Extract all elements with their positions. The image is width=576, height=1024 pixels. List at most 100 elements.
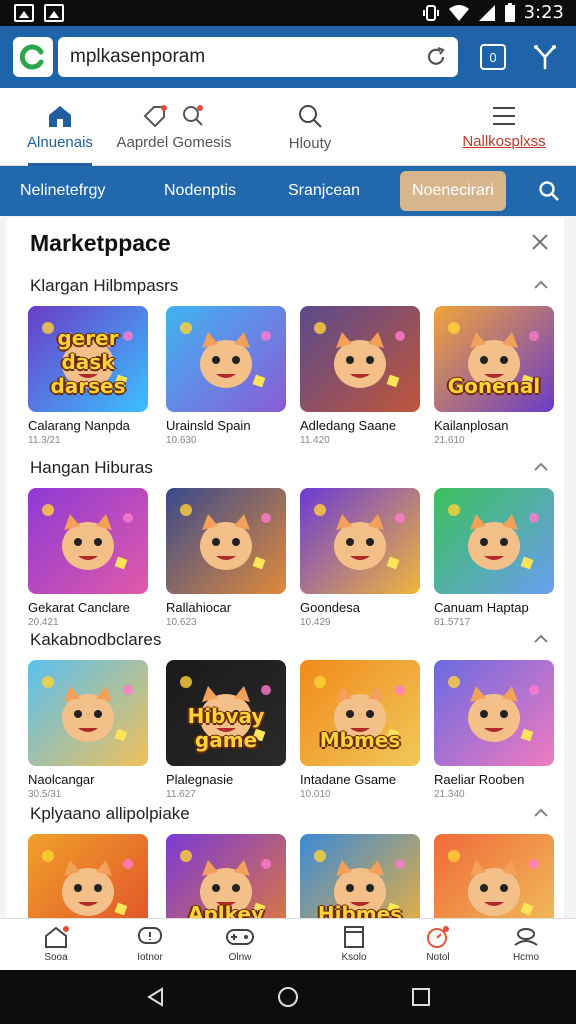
bottom-nav-games[interactable]: Olnw [210,925,270,963]
game-title: Urainsld Spain [166,418,251,433]
game-tile[interactable] [434,834,554,918]
tag-icon [143,104,167,127]
back-icon[interactable] [144,986,166,1008]
home-icon [49,105,71,127]
game-thumbnail [166,306,286,412]
bottom-nav-label: Hcmo [512,952,540,963]
game-tile[interactable]: gerer dask darses Calarang Nanpda 11.3/21 [28,306,148,446]
game-stats: 21.610 [434,435,465,446]
game-tile[interactable]: Urainsld Spain 10.630 [166,306,286,446]
game-tile[interactable]: Raeliar Rooben 21.340 [434,660,554,800]
game-thumbnail [434,834,554,918]
home-button-icon[interactable] [277,986,299,1008]
search-icon [299,104,322,128]
game-logo-text: Aplkey [187,902,264,918]
search-icon [183,104,203,126]
game-thumbnail [166,488,286,594]
reload-icon[interactable] [424,45,448,69]
nav-item-label: Nallkosplxss [462,132,546,150]
game-stats: 11.627 [166,789,196,800]
url-input[interactable]: mplkasenporam [58,37,458,77]
marketplace-section: Klargan Hilbmpasrs gerer dask darses Calar… [6,276,564,456]
game-stats: 10.010 [300,789,331,800]
section-title: Kplyaano allipolpiake [30,804,190,823]
bottom-nav-label: Sooa [44,952,68,963]
game-character-art [448,504,539,570]
game-stats: 81.5717 [434,617,471,628]
section-title: Hangan Hiburas [30,458,153,477]
game-tile[interactable]: Hibmes [300,834,420,918]
game-stats: 11.3/21 [28,435,61,446]
game-tile[interactable]: Gonenal Kailanplosan 21.610 [434,306,554,446]
bottom-nav-home[interactable]: Sooa [26,925,86,963]
nav-item-home[interactable]: Alnuenais [18,88,102,166]
game-tile[interactable]: Rallahiocar 10.623 [166,488,286,628]
app-root: 3:23 mplkasenporam 0 Alnuenais Aaprdel G… [0,0,576,1024]
nav-item-history[interactable]: Hlouty [270,88,350,166]
nav-item-games[interactable]: Aaprdel Gomesis [112,88,236,166]
game-character-art [180,322,271,388]
game-stats: 21.340 [434,789,465,800]
game-title: Adledang Saane [300,418,397,433]
close-icon[interactable] [530,232,550,252]
chevron-up-icon[interactable] [534,280,548,290]
game-tile[interactable]: Gekarat Canclare 20.421 [28,488,148,628]
recents-icon[interactable] [410,986,432,1008]
category-search-icon[interactable] [538,180,560,202]
tile-row: Aplkey Hibmes [28,834,558,918]
game-thumbnail: Gonenal [434,306,554,412]
top-nav: Alnuenais Aaprdel Gomesis Hlouty Nallkos… [0,88,576,166]
app-logo[interactable] [13,37,53,77]
section-title: Kakabnodbclares [30,630,162,649]
bottom-nav-notifications[interactable]: Notol [408,925,468,963]
status-left [14,4,64,22]
notification-icon [427,926,449,948]
nav-item-label: Hlouty [288,134,332,152]
category-tab[interactable]: Nodenptis [164,166,236,216]
game-thumbnail [434,660,554,766]
chevron-up-icon[interactable] [534,634,548,644]
game-stats: 10.630 [166,435,197,446]
bottom-nav-label: Iotnor [137,952,163,963]
game-tile[interactable]: Goondesa 10.429 [300,488,420,628]
game-tile[interactable]: Adledang Saane 11.420 [300,306,420,446]
chat-icon [138,927,162,944]
game-character-art [42,850,133,916]
game-tile[interactable]: Naolcangar 30.5/31 [28,660,148,800]
bottom-nav: Sooa Iotnor Olnw Ksolo Notol Hcmo [0,918,576,970]
game-tile[interactable] [28,834,148,918]
bottom-nav-library[interactable]: Ksolo [324,925,384,963]
tile-row: Gekarat Canclare 20.421 Rallahiocar 10.623 G… [28,488,558,638]
game-tile[interactable]: Hibvay game Plalegnasie 11.627 [166,660,286,800]
section-title: Klargan Hilbmpasrs [30,276,179,295]
game-stats: 20.421 [28,617,59,628]
system-nav-bar [0,970,576,1024]
gallery-notification-icon [44,4,64,22]
game-tile[interactable]: Mbmes Intadane Gsame 10.010 [300,660,420,800]
game-logo-text: Gonenal [447,374,541,398]
game-logo-text: gerer dask darses [50,326,126,398]
bottom-nav-chat[interactable]: Iotnor [120,925,180,963]
url-text: mplkasenporam [70,46,206,67]
filter-icon [534,45,556,70]
nav-item-menu[interactable]: Nallkosplxss [452,88,556,166]
chevron-up-icon[interactable] [534,462,548,472]
filter-button[interactable] [528,40,562,74]
game-thumbnail: Hibvay game [166,660,286,766]
game-character-art [42,504,133,570]
category-tab[interactable]: Nelinetefrgy [20,166,105,216]
category-tab-selected[interactable]: Noenecirari [400,171,506,211]
game-stats: 11.420 [300,435,330,446]
nav-item-label: Alnuenais [27,133,93,151]
status-right: 3:23 [422,2,564,23]
bottom-nav-profile[interactable]: Hcmo [496,925,556,963]
game-tile[interactable]: Aplkey [166,834,286,918]
game-character-art [180,504,271,570]
game-title: Canuam Haptap [434,600,529,615]
tabs-button[interactable]: 0 [476,40,510,74]
chevron-up-icon[interactable] [534,808,548,818]
game-stats: 10.623 [166,617,197,628]
game-tile[interactable]: Canuam Haptap 81.5717 [434,488,554,628]
game-thumbnail [300,488,420,594]
category-tab[interactable]: Sranjcean [288,166,360,216]
